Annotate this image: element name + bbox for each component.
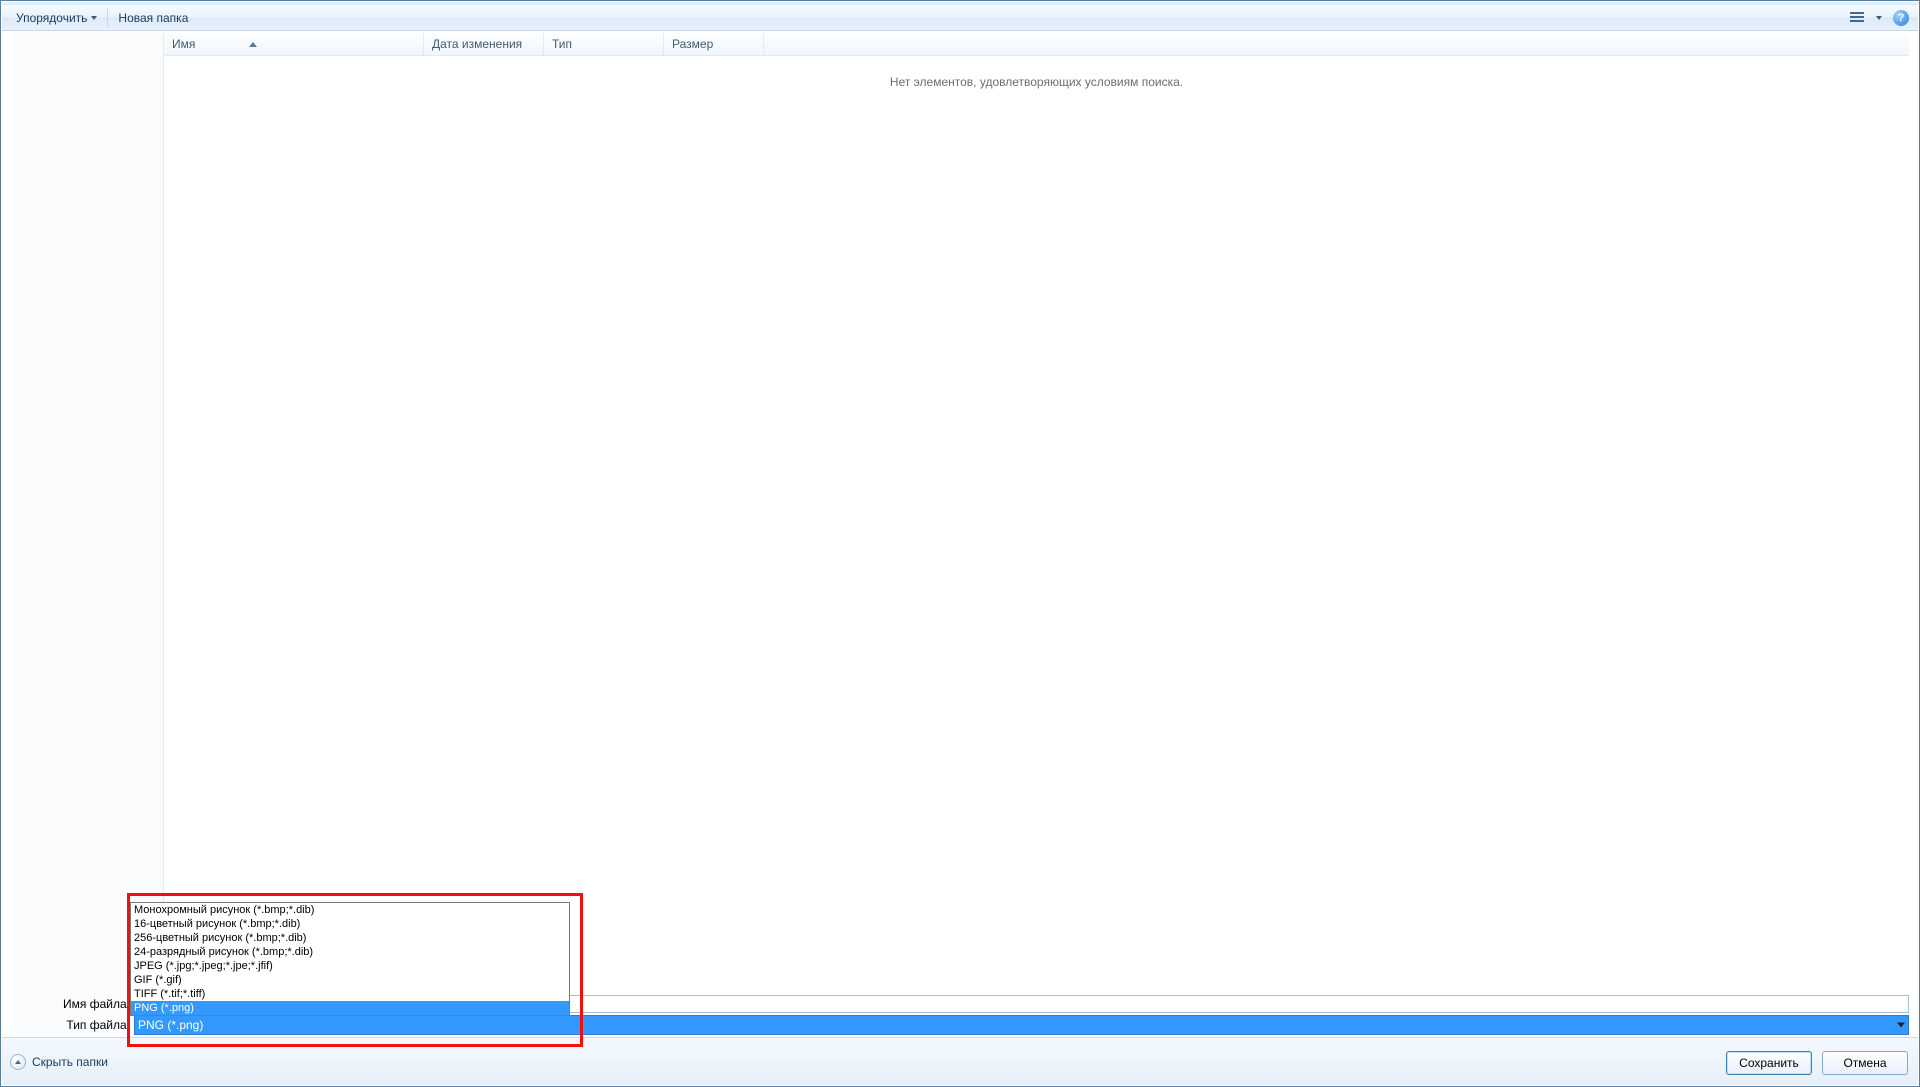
hide-folders-button[interactable]: Скрыть папки — [10, 1054, 108, 1070]
cancel-button[interactable]: Отмена — [1822, 1051, 1908, 1075]
file-list-area: Имя Дата изменения Тип Размер Нет элемен… — [164, 33, 1909, 1034]
empty-state-message: Нет элементов, удовлетворяющих условиям … — [164, 75, 1909, 89]
column-size[interactable]: Размер — [664, 33, 764, 55]
organize-label: Упорядочить — [16, 11, 87, 25]
filetype-row: Тип файла: PNG (*.png) — [2, 1015, 1909, 1035]
toolbar-right: ? — [1846, 7, 1912, 29]
view-mode-button[interactable] — [1846, 7, 1868, 29]
sort-ascending-icon — [249, 42, 257, 47]
help-icon: ? — [1893, 10, 1909, 26]
toolbar-separator — [107, 8, 108, 28]
save-dialog-window: Упорядочить Новая папка ? Имя — [0, 0, 1920, 1087]
new-folder-button[interactable]: Новая папка — [110, 7, 196, 29]
cancel-button-label: Отмена — [1843, 1056, 1886, 1070]
column-type-label: Тип — [552, 37, 572, 51]
filetype-option[interactable]: PNG (*.png) — [131, 1001, 569, 1015]
filetype-option[interactable]: 24-разрядный рисунок (*.bmp;*.dib) — [131, 945, 569, 959]
toolbar: Упорядочить Новая папка ? — [2, 5, 1918, 31]
new-folder-label: Новая папка — [118, 11, 188, 25]
column-headers: Имя Дата изменения Тип Размер — [164, 33, 1909, 56]
nav-sidebar[interactable] — [13, 33, 164, 1034]
filetype-label: Тип файла: — [2, 1018, 134, 1032]
column-name[interactable]: Имя — [164, 33, 424, 55]
help-button[interactable]: ? — [1890, 7, 1912, 29]
view-mode-dropdown-button[interactable] — [1872, 7, 1886, 29]
filename-label: Имя файла: — [2, 997, 134, 1011]
filetype-option[interactable]: TIFF (*.tif;*.tiff) — [131, 987, 569, 1001]
column-name-label: Имя — [172, 37, 195, 51]
filetype-dropdown-list[interactable]: Монохромный рисунок (*.bmp;*.dib)16-цвет… — [130, 902, 570, 1016]
filetype-option[interactable]: JPEG (*.jpg;*.jpeg;*.jpe;*.jfif) — [131, 959, 569, 973]
list-view-icon — [1850, 12, 1864, 24]
column-modified-label: Дата изменения — [432, 37, 522, 51]
organize-menu-button[interactable]: Упорядочить — [8, 7, 105, 29]
caret-down-icon — [1876, 16, 1882, 20]
filetype-option[interactable]: GIF (*.gif) — [131, 973, 569, 987]
dropdown-arrow-icon — [1897, 1023, 1905, 1028]
column-type[interactable]: Тип — [544, 33, 664, 55]
bottom-panel: Скрыть папки Сохранить Отмена — [2, 1037, 1918, 1085]
save-button[interactable]: Сохранить — [1726, 1051, 1812, 1075]
filetype-option[interactable]: 16-цветный рисунок (*.bmp;*.dib) — [131, 917, 569, 931]
filetype-option[interactable]: 256-цветный рисунок (*.bmp;*.dib) — [131, 931, 569, 945]
collapse-icon — [10, 1054, 26, 1070]
hide-folders-label: Скрыть папки — [32, 1055, 108, 1069]
save-button-label: Сохранить — [1739, 1056, 1799, 1070]
column-size-label: Размер — [672, 37, 713, 51]
filetype-select[interactable]: PNG (*.png) — [134, 1015, 1909, 1035]
filetype-option[interactable]: Монохромный рисунок (*.bmp;*.dib) — [131, 903, 569, 917]
dialog-buttons: Сохранить Отмена — [1726, 1051, 1908, 1075]
column-modified[interactable]: Дата изменения — [424, 33, 544, 55]
caret-down-icon — [91, 16, 97, 20]
filetype-selected-display: PNG (*.png) — [134, 1015, 1909, 1035]
filetype-selected-text: PNG (*.png) — [138, 1018, 203, 1032]
